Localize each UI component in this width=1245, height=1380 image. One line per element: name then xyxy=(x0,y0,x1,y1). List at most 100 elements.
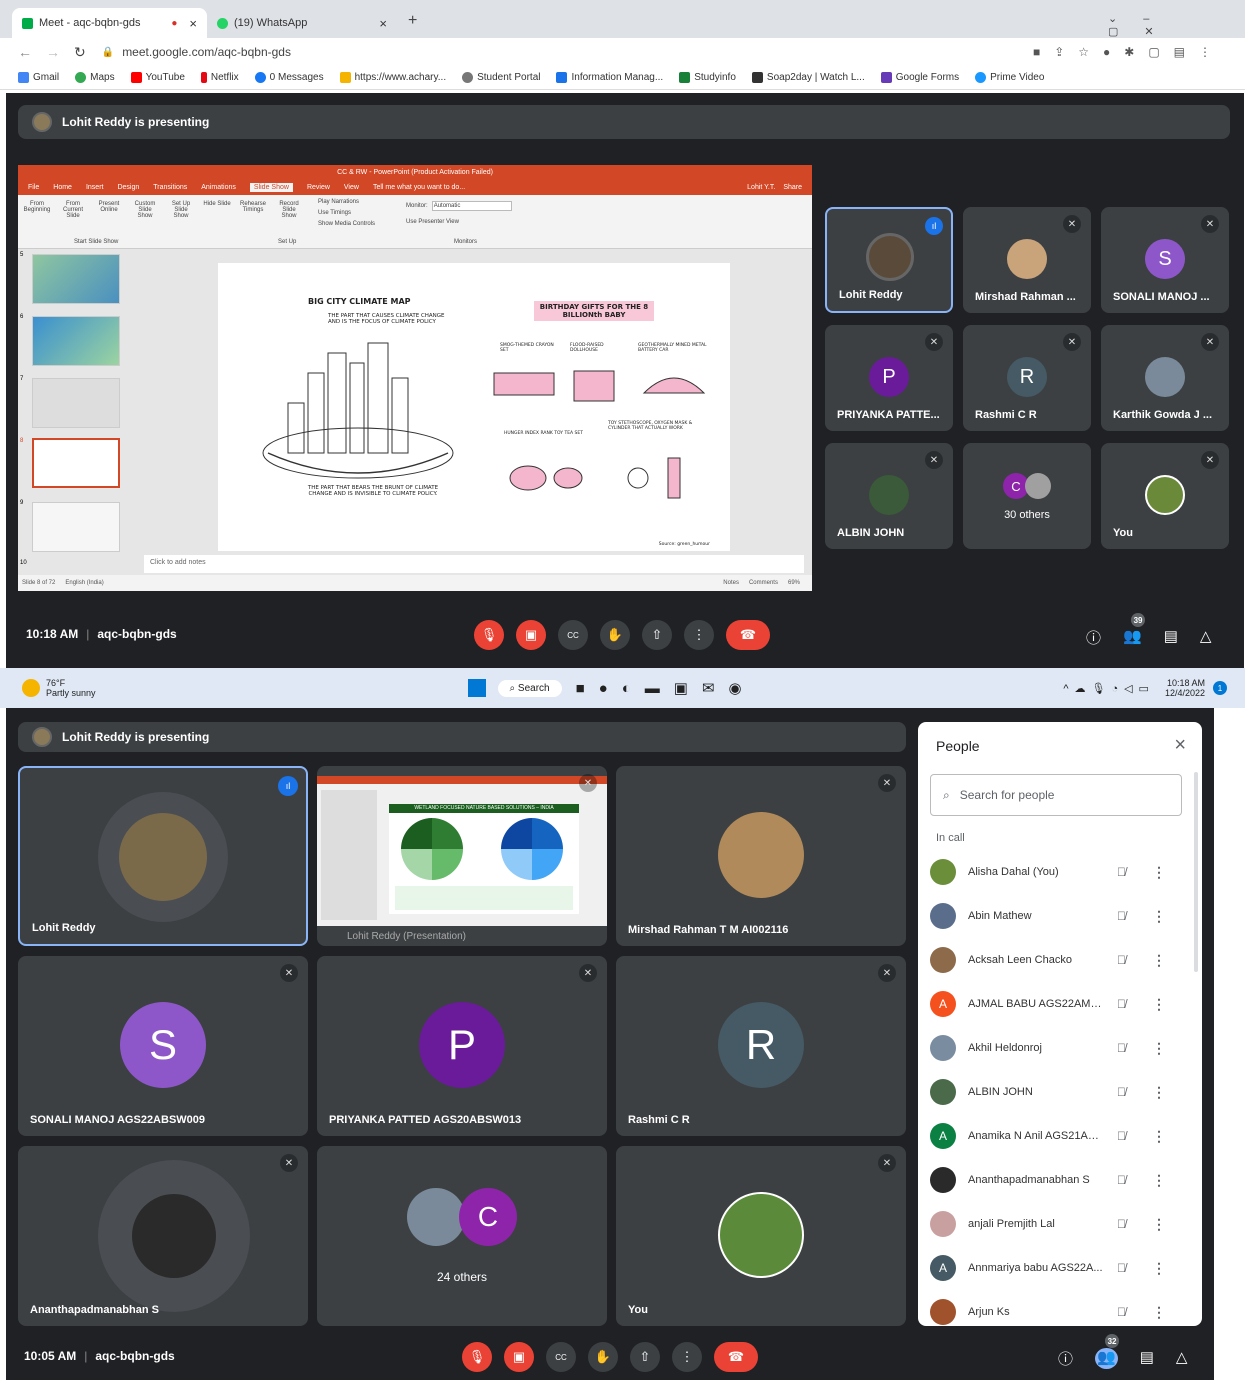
slide-thumbnail[interactable] xyxy=(32,502,120,552)
more-options-icon[interactable]: ⋮ xyxy=(1152,1216,1166,1233)
scrollbar[interactable] xyxy=(1194,772,1198,972)
reload-icon[interactable]: ↻ xyxy=(74,44,86,61)
participant-tile[interactable]: S ✕ SONALI MANOJ AGS22ABSW009 xyxy=(18,956,308,1136)
participant-tile[interactable]: P ✕ PRIYANKA PATTED AGS20ABSW013 xyxy=(317,956,607,1136)
others-tile[interactable]: C 24 others xyxy=(317,1146,607,1326)
menu-transitions[interactable]: Transitions xyxy=(153,184,187,191)
extension-icons[interactable]: ■⇪☆●✱▢▤⋮ xyxy=(1033,45,1225,59)
mic-off-button[interactable]: 🎙 xyxy=(474,620,504,650)
bookmark-gmail[interactable]: Gmail xyxy=(18,72,59,83)
participant-tile[interactable]: S ✕ SONALI MANOJ ... xyxy=(1101,207,1229,313)
raise-hand-button[interactable]: ✋ xyxy=(588,1342,618,1372)
camera-off-button[interactable]: ▣ xyxy=(504,1342,534,1372)
close-panel-button[interactable]: × xyxy=(1174,734,1186,757)
window-controls[interactable]: ⌄–▢✕ xyxy=(1108,12,1245,38)
captions-button[interactable]: CC xyxy=(558,620,588,650)
participant-tile[interactable]: R ✕ Rashmi C R xyxy=(963,325,1091,431)
activities-icon[interactable]: △ xyxy=(1176,1348,1188,1369)
taskbar-apps[interactable]: ■●◐▬▣✉◉ xyxy=(576,679,756,697)
back-icon[interactable]: ← xyxy=(18,44,32,60)
more-options-icon[interactable]: ⋮ xyxy=(1152,1084,1166,1101)
person-row[interactable]: Akhil Heldonroj 🎙̸ ⋮ xyxy=(930,1028,1180,1068)
more-options-button[interactable]: ⋮ xyxy=(672,1342,702,1372)
more-options-icon[interactable]: ⋮ xyxy=(1152,1260,1166,1277)
participant-tile[interactable]: ✕ Ananthapadmanabhan S xyxy=(18,1146,308,1326)
slide-thumbnail[interactable] xyxy=(32,316,120,366)
bookmark-prime-video[interactable]: Prime Video xyxy=(975,72,1044,83)
more-options-icon[interactable]: ⋮ xyxy=(1152,1128,1166,1145)
person-row[interactable]: A AJMAL BABU AGS22AMS... 🎙̸ ⋮ xyxy=(930,984,1180,1024)
activities-icon[interactable]: △ xyxy=(1200,627,1212,648)
participant-tile[interactable]: ıl Lohit Reddy xyxy=(825,207,953,313)
custom-show-button[interactable]: Custom Slide Show xyxy=(130,201,160,219)
url-field[interactable]: meet.google.com/aqc-bqbn-gds xyxy=(122,45,291,59)
bookmark-youtube[interactable]: YouTube xyxy=(130,72,185,83)
participant-tile[interactable]: ıl Lohit Reddy xyxy=(18,766,308,946)
rehearse-button[interactable]: Rehearse Timings xyxy=(238,201,268,219)
chat-icon[interactable]: ▤ xyxy=(1164,627,1178,648)
bookmark-netflix[interactable]: Netflix xyxy=(200,72,239,83)
participant-tile[interactable]: ✕ Mirshad Rahman ... xyxy=(963,207,1091,313)
menu-view[interactable]: View xyxy=(344,184,359,191)
participant-tile[interactable]: P ✕ PRIYANKA PATTE... xyxy=(825,325,953,431)
more-options-icon[interactable]: ⋮ xyxy=(1152,996,1166,1013)
participant-tile[interactable]: ✕ Mirshad Rahman T M AI002116 xyxy=(616,766,906,946)
bookmark-maps[interactable]: Maps xyxy=(75,72,115,83)
menu-review[interactable]: Review xyxy=(307,184,330,191)
leave-call-button[interactable]: ☎ xyxy=(714,1342,758,1372)
more-options-icon[interactable]: ⋮ xyxy=(1152,1172,1166,1189)
menu-home[interactable]: Home xyxy=(53,184,72,191)
person-row[interactable]: A Anamika N Anil AGS21AB... 🎙̸ ⋮ xyxy=(930,1116,1180,1156)
hide-slide-button[interactable]: Hide Slide xyxy=(202,201,232,219)
person-row[interactable]: Acksah Leen Chacko 🎙̸ ⋮ xyxy=(930,940,1180,980)
bookmark-achary[interactable]: https://www.achary... xyxy=(339,72,446,83)
info-icon[interactable]: ⓘ xyxy=(1086,627,1101,648)
person-row[interactable]: Arjun Ks 🎙̸ ⋮ xyxy=(930,1292,1180,1326)
camera-off-button[interactable]: ▣ xyxy=(516,620,546,650)
more-options-icon[interactable]: ⋮ xyxy=(1152,1040,1166,1057)
start-icon[interactable] xyxy=(467,679,486,697)
bookmark-studyinfo[interactable]: Studyinfo xyxy=(679,72,736,83)
more-options-button[interactable]: ⋮ xyxy=(684,620,714,650)
bookmark-google-forms[interactable]: Google Forms xyxy=(880,72,959,83)
person-row[interactable]: Abin Mathew 🎙̸ ⋮ xyxy=(930,896,1180,936)
participant-tile[interactable]: ✕ Karthik Gowda J ... xyxy=(1101,325,1229,431)
close-tab-icon[interactable]: × xyxy=(379,16,387,31)
participant-tile[interactable]: ✕ ALBIN JOHN xyxy=(825,443,953,549)
people-icon[interactable]: 👥 32 xyxy=(1095,1334,1120,1369)
participant-tile[interactable]: ✕ You xyxy=(616,1146,906,1326)
use-timings-check[interactable]: Use Timings xyxy=(318,210,375,216)
info-icon[interactable]: ⓘ xyxy=(1058,1348,1073,1369)
raise-hand-button[interactable]: ✋ xyxy=(600,620,630,650)
more-options-icon[interactable]: ⋮ xyxy=(1152,1304,1166,1321)
notification-badge[interactable]: 1 xyxy=(1213,681,1227,695)
tab-meet[interactable]: Meet - aqc-bqbn-gds ● × xyxy=(12,8,207,38)
more-options-icon[interactable]: ⋮ xyxy=(1152,864,1166,881)
tab-whatsapp[interactable]: (19) WhatsApp × xyxy=(207,8,397,38)
menu-insert[interactable]: Insert xyxy=(86,184,104,191)
bookmark-messages[interactable]: 0 Messages xyxy=(254,72,324,83)
people-icon[interactable]: 👥 39 xyxy=(1123,613,1146,648)
person-row[interactable]: ALBIN JOHN 🎙̸ ⋮ xyxy=(930,1072,1180,1112)
captions-button[interactable]: CC xyxy=(546,1342,576,1372)
menu-slide-show[interactable]: Slide Show xyxy=(249,183,293,192)
slide-thumbnail[interactable] xyxy=(32,254,120,304)
more-options-icon[interactable]: ⋮ xyxy=(1152,952,1166,969)
share-button[interactable]: Share xyxy=(783,184,802,191)
show-media-controls-check[interactable]: Show Media Controls xyxy=(318,221,375,227)
tell-me-field[interactable]: Tell me what you want to do... xyxy=(373,184,465,191)
participant-tile[interactable]: ✕ You xyxy=(1101,443,1229,549)
weather[interactable]: 76°F Partly sunny xyxy=(46,678,96,698)
search-button[interactable]: ⌕ Search xyxy=(497,679,562,697)
person-row[interactable]: A Annmariya babu AGS22A... 🎙̸ ⋮ xyxy=(930,1248,1180,1288)
menu-animations[interactable]: Animations xyxy=(201,184,236,191)
from-beginning-button[interactable]: From Beginning xyxy=(22,201,52,219)
monitor-select[interactable]: Automatic xyxy=(431,201,512,211)
more-options-icon[interactable]: ⋮ xyxy=(1152,908,1166,925)
bookmark-soap2day[interactable]: Soap2day | Watch L... xyxy=(751,72,865,83)
tray-icons[interactable]: ^☁🎙◔◁▭ xyxy=(1063,682,1155,695)
menu-file[interactable]: File xyxy=(28,184,39,191)
record-button[interactable]: Record Slide Show xyxy=(274,201,304,219)
mic-off-button[interactable]: 🎙 xyxy=(462,1342,492,1372)
search-people-input[interactable]: ⌕ Search for people xyxy=(930,774,1182,816)
